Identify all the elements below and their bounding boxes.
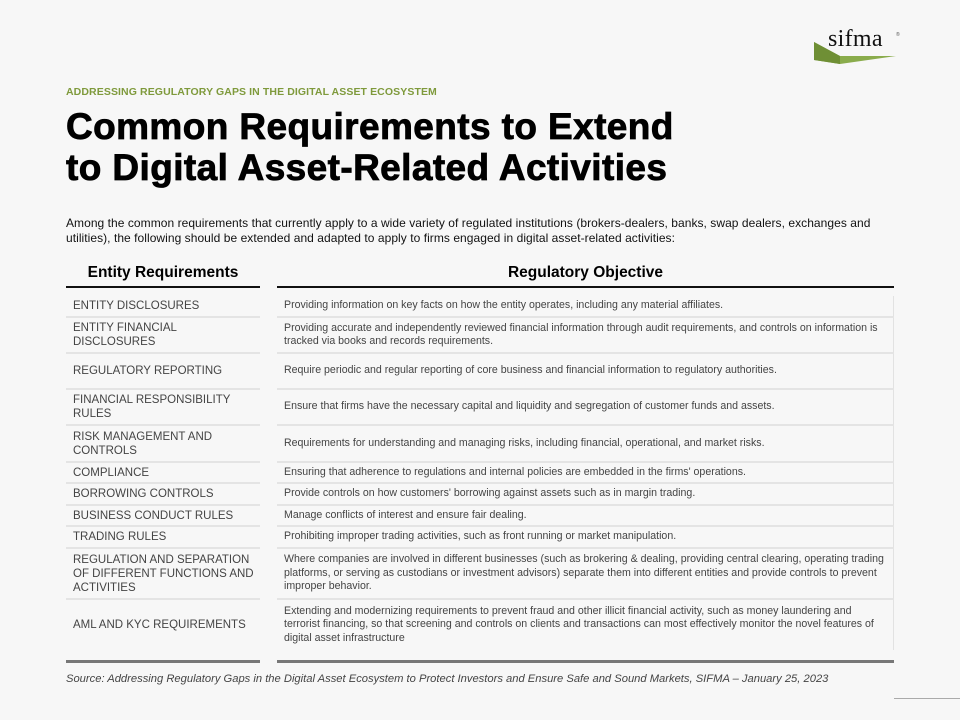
objective-cell: Where companies are involved in differen…	[277, 549, 894, 600]
requirement-cell: REGULATORY REPORTING	[66, 354, 260, 390]
table-row: BORROWING CONTROLS Provide controls on h…	[66, 484, 894, 506]
table-row: RISK MANAGEMENT AND CONTROLS Requirement…	[66, 426, 894, 463]
objective-cell: Provide controls on how customers' borro…	[277, 484, 894, 506]
logo-text: sifma	[828, 26, 883, 52]
requirement-cell: AML AND KYC REQUIREMENTS	[73, 619, 246, 631]
table-row: REGULATORY REPORTING Require periodic an…	[66, 354, 894, 390]
requirement-cell: COMPLIANCE	[66, 463, 260, 484]
footer-rule-right	[277, 660, 894, 663]
requirement-cell: RISK MANAGEMENT AND CONTROLS	[66, 426, 260, 463]
objective-cell: Requirements for understanding and manag…	[277, 426, 894, 463]
table-row: BUSINESS CONDUCT RULES Manage conflicts …	[66, 506, 894, 527]
table-row: ENTITY DISCLOSURES Providing information…	[66, 296, 894, 318]
objective-cell: Ensure that firms have the necessary cap…	[277, 390, 894, 426]
section-kicker: ADDRESSING REGULATORY GAPS IN THE DIGITA…	[66, 86, 437, 98]
header-rule-left	[66, 286, 260, 288]
header-rule-right	[277, 286, 894, 288]
requirements-table: ENTITY DISCLOSURES Providing information…	[66, 296, 894, 650]
logo-registered-mark: ®	[896, 32, 900, 38]
requirement-cell: FINANCIAL RESPONSIBILITY RULES	[66, 390, 260, 426]
table-row: REGULATION AND SEPARATION OF DIFFERENT F…	[66, 549, 894, 600]
objective-cell: Ensuring that adherence to regulations a…	[277, 463, 894, 484]
requirement-cell: ENTITY FINANCIAL DISCLOSURES	[66, 318, 260, 354]
page-title: Common Requirements to Extend to Digital…	[66, 106, 926, 189]
title-line-2: to Digital Asset-Related Activities	[66, 147, 668, 189]
corner-divider	[894, 698, 960, 699]
column-header-regulatory-objective: Regulatory Objective	[507, 264, 664, 281]
objective-cell: Prohibiting improper trading activities,…	[277, 527, 894, 549]
column-header-entity-requirements: Entity Requirements	[87, 264, 239, 281]
table-row: TRADING RULES Prohibiting improper tradi…	[66, 527, 894, 549]
requirement-cell: BUSINESS CONDUCT RULES	[66, 506, 260, 527]
objective-cell: Providing information on key facts on ho…	[277, 296, 894, 318]
title-line-1: Common Requirements to Extend	[66, 106, 674, 148]
objective-cell: Manage conflicts of interest and ensure …	[277, 506, 894, 527]
requirement-cell: BORROWING CONTROLS	[66, 484, 260, 506]
table-row: COMPLIANCE Ensuring that adherence to re…	[66, 463, 894, 484]
requirement-cell: TRADING RULES	[66, 527, 260, 549]
table-row: FINANCIAL RESPONSIBILITY RULES Ensure th…	[66, 390, 894, 426]
requirement-cell: ENTITY DISCLOSURES	[66, 296, 260, 318]
sifma-logo: sifma ®	[810, 22, 910, 72]
source-citation: Source: Addressing Regulatory Gaps in th…	[66, 673, 829, 685]
objective-cell: Providing accurate and independently rev…	[277, 318, 894, 354]
table-row: AML AND KYC REQUIREMENTS Extending and m…	[66, 600, 894, 650]
requirement-cell: REGULATION AND SEPARATION OF DIFFERENT F…	[66, 549, 260, 600]
intro-paragraph: Among the common requirements that curre…	[66, 216, 871, 245]
objective-cell: Require periodic and regular reporting o…	[277, 354, 894, 390]
table-row: ENTITY FINANCIAL DISCLOSURES Providing a…	[66, 318, 894, 354]
footer-rule-left	[66, 660, 260, 663]
objective-cell: Extending and modernizing requirements t…	[277, 600, 894, 650]
